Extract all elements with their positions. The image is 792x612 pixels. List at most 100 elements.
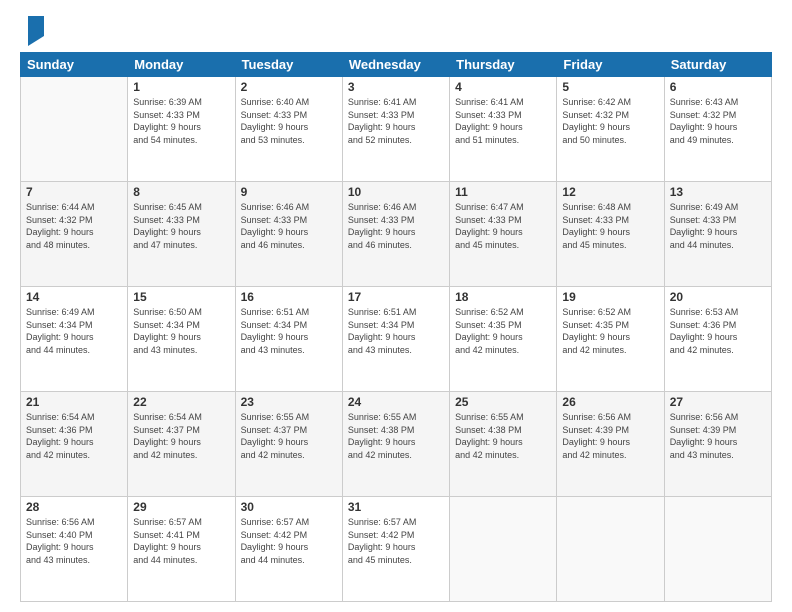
weekday-header-saturday: Saturday	[664, 53, 771, 77]
calendar-cell: 3Sunrise: 6:41 AM Sunset: 4:33 PM Daylig…	[342, 77, 449, 182]
logo-icon	[22, 16, 42, 44]
calendar-cell	[557, 497, 664, 602]
day-number: 16	[241, 290, 337, 304]
day-number: 10	[348, 185, 444, 199]
day-number: 1	[133, 80, 229, 94]
day-info: Sunrise: 6:56 AM Sunset: 4:39 PM Dayligh…	[562, 411, 658, 461]
day-number: 29	[133, 500, 229, 514]
calendar-cell: 17 Sunrise: 6:51 AM Sunset: 4:34 PM Dayli…	[342, 287, 449, 392]
calendar-cell: 25 Sunrise: 6:55 AM Sunset: 4:38 PM Dayli…	[450, 392, 557, 497]
day-info: Sunrise: 6:54 AM Sunset: 4:36 PM Dayligh…	[26, 411, 122, 461]
day-info: Sunrise: 6:46 AM Sunset: 4:33 PM Dayligh…	[241, 201, 337, 251]
day-number: 5	[562, 80, 658, 94]
day-number: 23	[241, 395, 337, 409]
calendar-cell: 19 Sunrise: 6:52 AM Sunset: 4:35 PM Dayli…	[557, 287, 664, 392]
day-number: 14	[26, 290, 122, 304]
day-number: 6	[670, 80, 766, 94]
calendar-cell: 12Sunrise: 6:48 AM Sunset: 4:33 PM Dayli…	[557, 182, 664, 287]
day-info: Sunrise: 6:57 AM Sunset: 4:42 PM Dayligh…	[348, 516, 444, 566]
calendar-cell: 10 Sunrise: 6:46 AM Sunset: 4:33 PM Dayli…	[342, 182, 449, 287]
calendar-cell: 5 Sunrise: 6:42 AM Sunset: 4:32 PM Daylig…	[557, 77, 664, 182]
header	[20, 16, 772, 44]
calendar-cell	[450, 497, 557, 602]
day-number: 11	[455, 185, 551, 199]
day-number: 19	[562, 290, 658, 304]
day-info: Sunrise: 6:40 AM Sunset: 4:33 PM Dayligh…	[241, 96, 337, 146]
day-number: 20	[670, 290, 766, 304]
calendar-body: 1 Sunrise: 6:39 AM Sunset: 4:33 PM Daylig…	[21, 77, 772, 602]
day-number: 15	[133, 290, 229, 304]
weekday-header-thursday: Thursday	[450, 53, 557, 77]
day-info: Sunrise: 6:52 AM Sunset: 4:35 PM Dayligh…	[455, 306, 551, 356]
day-info: Sunrise: 6:54 AM Sunset: 4:37 PM Dayligh…	[133, 411, 229, 461]
day-info: Sunrise: 6:39 AM Sunset: 4:33 PM Dayligh…	[133, 96, 229, 146]
day-number: 4	[455, 80, 551, 94]
calendar-cell: 7 Sunrise: 6:44 AM Sunset: 4:32 PM Daylig…	[21, 182, 128, 287]
day-number: 27	[670, 395, 766, 409]
calendar-cell: 6Sunrise: 6:43 AM Sunset: 4:32 PM Daylig…	[664, 77, 771, 182]
day-info: Sunrise: 6:49 AM Sunset: 4:33 PM Dayligh…	[670, 201, 766, 251]
day-info: Sunrise: 6:47 AM Sunset: 4:33 PM Dayligh…	[455, 201, 551, 251]
calendar-cell: 16Sunrise: 6:51 AM Sunset: 4:34 PM Dayli…	[235, 287, 342, 392]
calendar-cell: 27 Sunrise: 6:56 AM Sunset: 4:39 PM Dayli…	[664, 392, 771, 497]
day-number: 8	[133, 185, 229, 199]
calendar-cell	[21, 77, 128, 182]
day-number: 30	[241, 500, 337, 514]
day-info: Sunrise: 6:46 AM Sunset: 4:33 PM Dayligh…	[348, 201, 444, 251]
day-number: 3	[348, 80, 444, 94]
calendar-cell: 18 Sunrise: 6:52 AM Sunset: 4:35 PM Dayli…	[450, 287, 557, 392]
calendar-cell: 21 Sunrise: 6:54 AM Sunset: 4:36 PM Dayli…	[21, 392, 128, 497]
day-info: Sunrise: 6:55 AM Sunset: 4:37 PM Dayligh…	[241, 411, 337, 461]
calendar-cell: 30 Sunrise: 6:57 AM Sunset: 4:42 PM Dayli…	[235, 497, 342, 602]
day-info: Sunrise: 6:44 AM Sunset: 4:32 PM Dayligh…	[26, 201, 122, 251]
weekday-header-monday: Monday	[128, 53, 235, 77]
day-number: 25	[455, 395, 551, 409]
calendar-cell: 8 Sunrise: 6:45 AM Sunset: 4:33 PM Daylig…	[128, 182, 235, 287]
day-info: Sunrise: 6:57 AM Sunset: 4:42 PM Dayligh…	[241, 516, 337, 566]
calendar-week-4: 21 Sunrise: 6:54 AM Sunset: 4:36 PM Dayli…	[21, 392, 772, 497]
calendar-week-5: 28 Sunrise: 6:56 AM Sunset: 4:40 PM Dayli…	[21, 497, 772, 602]
day-info: Sunrise: 6:56 AM Sunset: 4:40 PM Dayligh…	[26, 516, 122, 566]
day-number: 9	[241, 185, 337, 199]
weekday-header-row: SundayMondayTuesdayWednesdayThursdayFrid…	[21, 53, 772, 77]
day-number: 31	[348, 500, 444, 514]
logo	[20, 16, 42, 44]
day-info: Sunrise: 6:57 AM Sunset: 4:41 PM Dayligh…	[133, 516, 229, 566]
calendar-week-1: 1 Sunrise: 6:39 AM Sunset: 4:33 PM Daylig…	[21, 77, 772, 182]
calendar-week-2: 7 Sunrise: 6:44 AM Sunset: 4:32 PM Daylig…	[21, 182, 772, 287]
calendar-cell	[664, 497, 771, 602]
day-info: Sunrise: 6:41 AM Sunset: 4:33 PM Dayligh…	[455, 96, 551, 146]
day-info: Sunrise: 6:51 AM Sunset: 4:34 PM Dayligh…	[348, 306, 444, 356]
day-number: 13	[670, 185, 766, 199]
calendar-cell: 23 Sunrise: 6:55 AM Sunset: 4:37 PM Dayli…	[235, 392, 342, 497]
calendar-cell: 9 Sunrise: 6:46 AM Sunset: 4:33 PM Daylig…	[235, 182, 342, 287]
calendar-cell: 15Sunrise: 6:50 AM Sunset: 4:34 PM Dayli…	[128, 287, 235, 392]
page: SundayMondayTuesdayWednesdayThursdayFrid…	[0, 0, 792, 612]
day-info: Sunrise: 6:56 AM Sunset: 4:39 PM Dayligh…	[670, 411, 766, 461]
day-info: Sunrise: 6:42 AM Sunset: 4:32 PM Dayligh…	[562, 96, 658, 146]
weekday-header-wednesday: Wednesday	[342, 53, 449, 77]
day-number: 18	[455, 290, 551, 304]
calendar-cell: 1 Sunrise: 6:39 AM Sunset: 4:33 PM Daylig…	[128, 77, 235, 182]
day-number: 7	[26, 185, 122, 199]
calendar-table: SundayMondayTuesdayWednesdayThursdayFrid…	[20, 52, 772, 602]
calendar-cell: 2 Sunrise: 6:40 AM Sunset: 4:33 PM Daylig…	[235, 77, 342, 182]
day-number: 17	[348, 290, 444, 304]
day-info: Sunrise: 6:55 AM Sunset: 4:38 PM Dayligh…	[348, 411, 444, 461]
calendar-cell: 31 Sunrise: 6:57 AM Sunset: 4:42 PM Dayli…	[342, 497, 449, 602]
day-number: 21	[26, 395, 122, 409]
calendar-cell: 4 Sunrise: 6:41 AM Sunset: 4:33 PM Daylig…	[450, 77, 557, 182]
day-number: 2	[241, 80, 337, 94]
weekday-header-tuesday: Tuesday	[235, 53, 342, 77]
day-info: Sunrise: 6:45 AM Sunset: 4:33 PM Dayligh…	[133, 201, 229, 251]
calendar-cell: 14Sunrise: 6:49 AM Sunset: 4:34 PM Dayli…	[21, 287, 128, 392]
day-number: 28	[26, 500, 122, 514]
calendar-cell: 24Sunrise: 6:55 AM Sunset: 4:38 PM Dayli…	[342, 392, 449, 497]
day-info: Sunrise: 6:48 AM Sunset: 4:33 PM Dayligh…	[562, 201, 658, 251]
weekday-header-sunday: Sunday	[21, 53, 128, 77]
day-info: Sunrise: 6:52 AM Sunset: 4:35 PM Dayligh…	[562, 306, 658, 356]
day-info: Sunrise: 6:53 AM Sunset: 4:36 PM Dayligh…	[670, 306, 766, 356]
day-info: Sunrise: 6:55 AM Sunset: 4:38 PM Dayligh…	[455, 411, 551, 461]
calendar-cell: 20 Sunrise: 6:53 AM Sunset: 4:36 PM Dayli…	[664, 287, 771, 392]
calendar-cell: 13 Sunrise: 6:49 AM Sunset: 4:33 PM Dayli…	[664, 182, 771, 287]
